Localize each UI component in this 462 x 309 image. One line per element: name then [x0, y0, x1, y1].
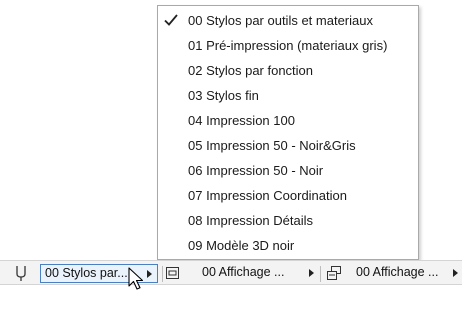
model-view-icon	[166, 267, 179, 279]
menu-item-pen-set-01[interactable]: 01 Pré-impression (materiaux gris)	[158, 33, 418, 58]
menu-item-label: 03 Stylos fin	[188, 88, 259, 103]
menu-item-pen-set-09[interactable]: 09 Modèle 3D noir	[158, 233, 418, 258]
menu-item-label: 00 Stylos par outils et materiaux	[188, 13, 373, 28]
menu-item-label: 05 Impression 50 - Noir&Gris	[188, 138, 356, 153]
menu-item-pen-set-08[interactable]: 08 Impression Détails	[158, 208, 418, 233]
menu-item-label: 08 Impression Détails	[188, 213, 313, 228]
dropdown-arrow-icon	[453, 269, 458, 277]
menu-item-label: 07 Impression Coordination	[188, 188, 347, 203]
menu-item-label: 04 Impression 100	[188, 113, 295, 128]
pen-icon	[16, 266, 26, 281]
checkmark-icon	[164, 14, 178, 26]
menu-item-label: 09 Modèle 3D noir	[188, 238, 295, 253]
menu-item-pen-set-06[interactable]: 06 Impression 50 - Noir	[158, 158, 418, 183]
menu-item-pen-set-00[interactable]: 00 Stylos par outils et materiaux	[158, 8, 418, 33]
menu-item-pen-set-03[interactable]: 03 Stylos fin	[158, 83, 418, 108]
screen: 00 Stylos par outils et materiaux 01 Pré…	[0, 0, 462, 309]
mouse-pointer-icon	[128, 267, 144, 290]
dropdown-arrow-icon	[309, 269, 314, 277]
menu-item-pen-set-05[interactable]: 05 Impression 50 - Noir&Gris	[158, 133, 418, 158]
layout-view-label: 00 Affichage ...	[356, 265, 439, 279]
menu-item-pen-set-04[interactable]: 04 Impression 100	[158, 108, 418, 133]
menu-item-pen-set-02[interactable]: 02 Stylos par fonction	[158, 58, 418, 83]
toolbar-divider	[162, 266, 163, 282]
quick-options-bar: 00 Stylos par... 00 Affichage ... 00 Aff…	[0, 260, 462, 285]
layout-view-options-button[interactable]: 00 Affichage ...	[345, 264, 462, 283]
dropdown-arrow-icon	[147, 270, 152, 278]
menu-item-label: 06 Impression 50 - Noir	[188, 163, 324, 178]
toolbar-divider	[320, 266, 321, 282]
menu-item-label: 01 Pré-impression (materiaux gris)	[188, 38, 388, 53]
menu-item-label: 02 Stylos par fonction	[188, 63, 314, 78]
model-view-label: 00 Affichage ...	[202, 265, 285, 279]
layout-view-icon	[327, 266, 341, 280]
model-view-options-button[interactable]: 00 Affichage ...	[181, 264, 317, 283]
menu-item-pen-set-07[interactable]: 07 Impression Coordination	[158, 183, 418, 208]
pen-set-dropdown-menu: 00 Stylos par outils et materiaux 01 Pré…	[157, 5, 419, 260]
pen-set-label: 00 Stylos par...	[45, 266, 128, 280]
